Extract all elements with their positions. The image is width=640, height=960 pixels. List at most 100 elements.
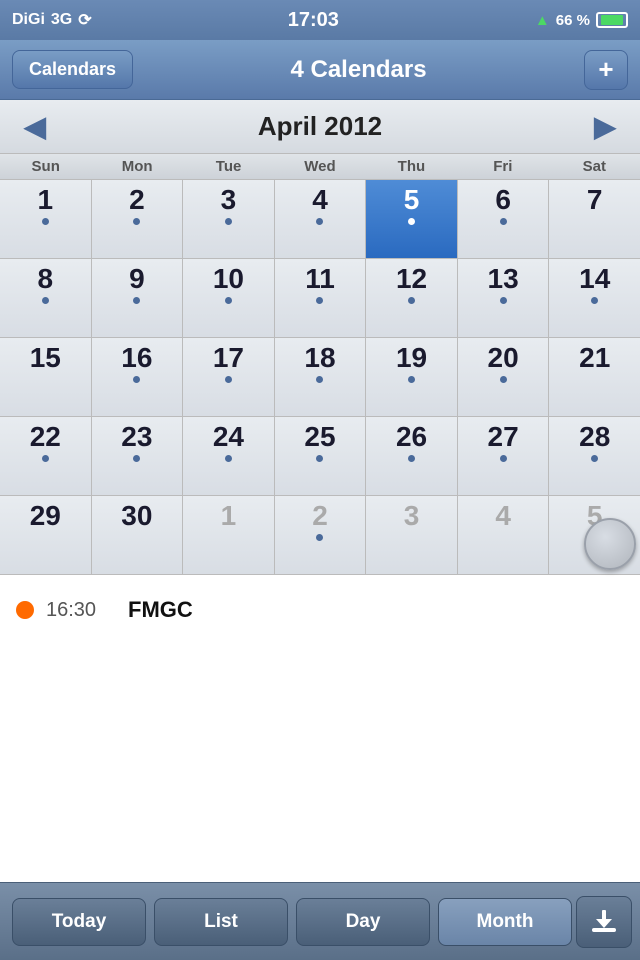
calendar-cell-20[interactable]: 20 <box>458 338 549 416</box>
event-dot <box>133 297 140 304</box>
calendar-cell-other-3[interactable]: 3 <box>366 496 457 574</box>
calendar-cell-17[interactable]: 17 <box>183 338 274 416</box>
event-dot <box>591 455 598 462</box>
day-number: 15 <box>30 344 61 372</box>
calendar-grid: 1234567891011121314151617181920212223242… <box>0 180 640 575</box>
event-dot <box>316 218 323 225</box>
event-dot <box>225 218 232 225</box>
calendar-cell-27[interactable]: 27 <box>458 417 549 495</box>
next-month-button[interactable]: ▶ <box>590 110 620 143</box>
calendar-cell-other-4[interactable]: 4 <box>458 496 549 574</box>
day-number: 2 <box>312 502 328 530</box>
day-number: 16 <box>121 344 152 372</box>
event-dot <box>500 376 507 383</box>
calendar-cell-29[interactable]: 29 <box>0 496 91 574</box>
calendar-cell-1[interactable]: 1 <box>0 180 91 258</box>
calendar-cell-other-2[interactable]: 2 <box>275 496 366 574</box>
calendar-cell-15[interactable]: 15 <box>0 338 91 416</box>
day-number: 6 <box>495 186 511 214</box>
day-number: 5 <box>404 186 420 214</box>
calendar-cell-10[interactable]: 10 <box>183 259 274 337</box>
day-number: 14 <box>579 265 610 293</box>
day-number: 1 <box>37 186 53 214</box>
event-dot <box>500 455 507 462</box>
calendar-cell-28[interactable]: 28 <box>549 417 640 495</box>
nav-title: 4 Calendars <box>290 56 426 84</box>
day-number: 23 <box>121 423 152 451</box>
day-number: 28 <box>579 423 610 451</box>
battery-percent: 66 % <box>556 12 590 29</box>
event-dot <box>408 297 415 304</box>
day-button[interactable]: Day <box>296 898 430 946</box>
event-dot <box>316 376 323 383</box>
calendar-cell-other-5[interactable]: 5 <box>549 496 640 574</box>
day-number: 11 <box>305 265 335 293</box>
calendar-cell-4[interactable]: 4 <box>275 180 366 258</box>
add-calendar-button[interactable]: + <box>584 50 628 90</box>
calendar-cell-25[interactable]: 25 <box>275 417 366 495</box>
calendar-cell-14[interactable]: 14 <box>549 259 640 337</box>
day-number: 10 <box>213 265 244 293</box>
calendar-cell-16[interactable]: 16 <box>92 338 183 416</box>
day-number: 24 <box>213 423 244 451</box>
day-number: 9 <box>129 265 145 293</box>
calendar-cell-9[interactable]: 9 <box>92 259 183 337</box>
day-number: 8 <box>37 265 53 293</box>
event-dot <box>408 376 415 383</box>
event-dot <box>408 455 415 462</box>
calendar-cell-2[interactable]: 2 <box>92 180 183 258</box>
calendar-cell-5[interactable]: 5 <box>366 180 457 258</box>
calendar-cell-7[interactable]: 7 <box>549 180 640 258</box>
download-button[interactable] <box>576 896 632 948</box>
day-number: 7 <box>587 186 603 214</box>
today-button[interactable]: Today <box>12 898 146 946</box>
home-button-overlay <box>584 518 636 570</box>
calendar-cell-12[interactable]: 12 <box>366 259 457 337</box>
event-dot <box>133 218 140 225</box>
prev-month-button[interactable]: ◀ <box>20 110 50 143</box>
day-number: 3 <box>404 502 420 530</box>
day-number: 21 <box>579 344 610 372</box>
carrier-label: DiGi <box>12 11 45 29</box>
main-container: Calendars 4 Calendars + ◀ April 2012 ▶ S… <box>0 40 640 960</box>
calendar-cell-3[interactable]: 3 <box>183 180 274 258</box>
calendar-cell-30[interactable]: 30 <box>92 496 183 574</box>
status-bar: DiGi 3G ⟳ 17:03 ▲ 66 % <box>0 0 640 40</box>
calendar-cell-23[interactable]: 23 <box>92 417 183 495</box>
status-left: DiGi 3G ⟳ <box>12 10 92 30</box>
day-header-mon: Mon <box>91 154 182 179</box>
event-dot <box>316 534 323 541</box>
event-dot <box>133 455 140 462</box>
month-button[interactable]: Month <box>438 898 572 946</box>
day-number: 19 <box>396 344 427 372</box>
events-area: 16:30FMGC <box>0 575 640 745</box>
day-number: 13 <box>488 265 519 293</box>
calendar-cell-13[interactable]: 13 <box>458 259 549 337</box>
calendar-cell-other-1[interactable]: 1 <box>183 496 274 574</box>
calendar-cell-22[interactable]: 22 <box>0 417 91 495</box>
calendar-cell-8[interactable]: 8 <box>0 259 91 337</box>
network-label: 3G <box>51 11 72 29</box>
calendars-button[interactable]: Calendars <box>12 50 133 89</box>
day-number: 30 <box>121 502 152 530</box>
calendar-cell-21[interactable]: 21 <box>549 338 640 416</box>
download-icon <box>590 908 618 936</box>
day-number: 4 <box>495 502 511 530</box>
day-number: 12 <box>396 265 427 293</box>
day-number: 27 <box>488 423 519 451</box>
calendar-cell-11[interactable]: 11 <box>275 259 366 337</box>
day-number: 2 <box>129 186 145 214</box>
event-item[interactable]: 16:30FMGC <box>16 591 624 629</box>
event-dot <box>42 218 49 225</box>
day-header-wed: Wed <box>274 154 365 179</box>
calendar-cell-19[interactable]: 19 <box>366 338 457 416</box>
calendar-cell-24[interactable]: 24 <box>183 417 274 495</box>
month-title: April 2012 <box>258 111 382 142</box>
calendar-cell-6[interactable]: 6 <box>458 180 549 258</box>
list-button[interactable]: List <box>154 898 288 946</box>
event-dot <box>42 455 49 462</box>
calendar-cell-18[interactable]: 18 <box>275 338 366 416</box>
calendar-cell-26[interactable]: 26 <box>366 417 457 495</box>
content-area: ◀ April 2012 ▶ SunMonTueWedThuFriSat 123… <box>0 100 640 882</box>
day-number: 1 <box>221 502 237 530</box>
